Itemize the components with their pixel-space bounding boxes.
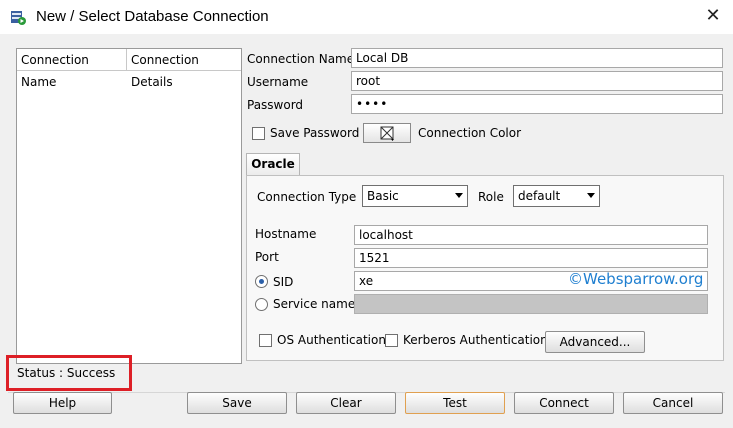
connection-type-value: Basic [367,189,399,203]
close-icon[interactable]: ✕ [704,5,722,27]
connection-name-label: Connection Name [247,52,355,66]
os-authentication-checkbox[interactable] [259,334,272,347]
connection-type-label: Connection Type [257,190,357,204]
service-name-label: Service name [273,297,356,311]
test-button[interactable]: Test [405,392,505,414]
kerberos-authentication-label: Kerberos Authentication [403,333,548,347]
connection-type-select[interactable]: Basic [362,185,468,207]
role-value: default [518,189,561,203]
role-label: Role [478,190,504,204]
advanced-button[interactable]: Advanced... [545,331,645,353]
tab-oracle[interactable]: Oracle [246,153,300,175]
connection-color-button[interactable] [363,123,411,143]
save-button[interactable]: Save [187,392,287,414]
connect-button[interactable]: Connect [514,392,614,414]
password-input[interactable]: •••• [351,94,723,114]
window-title: New / Select Database Connection [36,8,269,25]
save-password-checkbox[interactable] [252,127,265,140]
os-authentication-label: OS Authentication [277,333,386,347]
database-app-icon [10,9,26,25]
service-name-radio[interactable] [255,298,268,311]
service-name-input [354,294,708,314]
hostname-input[interactable]: localhost [354,225,708,245]
port-input[interactable]: 1521 [354,248,708,268]
chevron-down-icon [455,193,463,198]
watermark: ©Websparrow.org [568,270,704,288]
username-input[interactable]: root [351,71,723,91]
help-button[interactable]: Help [13,392,112,414]
hostname-label: Hostname [255,227,317,241]
status-text: Status : Success [17,366,116,380]
chevron-down-icon [587,193,595,198]
port-label: Port [255,250,279,264]
sid-radio[interactable] [255,275,268,288]
password-label: Password [247,98,304,112]
role-select[interactable]: default [513,185,600,207]
cancel-button[interactable]: Cancel [623,392,723,414]
column-header-connection-name[interactable]: Connection Name [17,49,127,89]
connection-name-input[interactable]: Local DB [351,48,723,68]
connection-color-label: Connection Color [418,126,522,140]
username-label: Username [247,75,309,89]
color-swatch-icon [380,126,394,141]
kerberos-authentication-checkbox[interactable] [385,334,398,347]
clear-button[interactable]: Clear [296,392,396,414]
connection-list[interactable]: Connection Name Connection Details [16,48,242,364]
column-header-connection-details[interactable]: Connection Details [127,49,241,89]
sid-label: SID [273,275,294,289]
save-password-label: Save Password [270,126,360,140]
